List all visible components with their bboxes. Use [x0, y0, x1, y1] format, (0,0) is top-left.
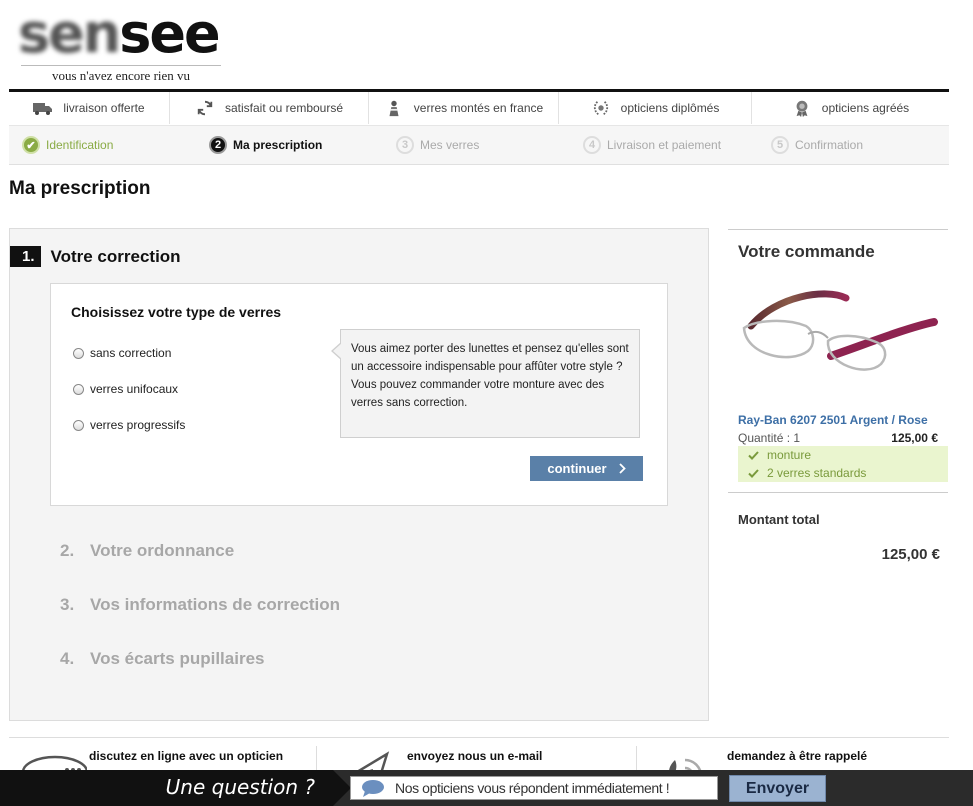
benefit-label: livraison offerte [63, 101, 145, 115]
checkout-steps: ✔ Identification 2 Ma prescription 3 Mes… [9, 125, 949, 165]
step-label: Identification [46, 138, 114, 152]
truck-icon [33, 103, 53, 115]
product-quantity-row: Quantité : 1 125,00 € [738, 431, 938, 445]
step-label: Ma prescription [233, 138, 323, 152]
step-label: Mes verres [420, 138, 480, 152]
benefit-label: verres montés en france [413, 101, 544, 115]
logo-suffix: see [119, 2, 220, 65]
send-button[interactable]: Envoyer [729, 775, 826, 802]
order-title: Votre commande [738, 242, 875, 261]
feature-label: 2 verres standards [767, 466, 867, 480]
section-ordonnance: 2. Votre ordonnance [60, 541, 234, 561]
benefits-bar: livraison offerte satisfait ou remboursé… [9, 92, 949, 124]
section-number-badge: 1. [10, 246, 41, 267]
step-number: 2 [209, 136, 227, 154]
quantity-label: Quantité : 1 [738, 431, 801, 445]
section-correction-header: 1. Votre correction [10, 246, 181, 267]
step-number: 5 [771, 136, 789, 154]
feature-item: 2 verres standards [738, 464, 948, 482]
option-progressifs[interactable]: verres progressifs [73, 418, 185, 432]
lens-type-box: Choisissez votre type de verres sans cor… [50, 283, 668, 506]
product-features: monture 2 verres standards [738, 446, 948, 482]
check-icon [748, 450, 759, 460]
speech-bubble-icon [362, 780, 384, 797]
feature-label: monture [767, 448, 812, 462]
chat-prompt-text: Nos opticiens vous répondent immédiateme… [395, 780, 670, 796]
glasses-product-image[interactable] [736, 286, 940, 386]
radio-button[interactable] [73, 383, 84, 395]
benefit-label: opticiens diplômés [620, 101, 720, 115]
section-number: 2. [60, 541, 75, 560]
step-lenses: 3 Mes verres [396, 136, 479, 154]
option-sans-correction[interactable]: sans correction [73, 346, 171, 360]
contact-chat-link[interactable]: discutez en ligne avec un opticien [89, 749, 283, 763]
prescription-panel: 1. Votre correction Choisissez votre typ… [9, 228, 709, 721]
step-label: Confirmation [795, 138, 864, 152]
total-divider [728, 492, 948, 493]
option-label: sans correction [90, 346, 172, 360]
benefit-label: opticiens agréés [821, 101, 910, 115]
step-identification[interactable]: ✔ Identification [22, 136, 113, 154]
total-label: Montant total [738, 512, 820, 527]
product-name-link[interactable]: Ray-Ban 6207 2501 Argent / Rose [738, 413, 928, 427]
section-title: Votre correction [50, 246, 181, 266]
medal-icon [796, 100, 808, 117]
continue-button[interactable]: continuer [530, 456, 643, 481]
step-label: Livraison et paiement [607, 138, 722, 152]
chat-question-tab[interactable]: Une question ? [0, 770, 351, 806]
contact-callback-link[interactable]: demandez à être rappelé [727, 749, 867, 763]
continue-label: continuer [547, 461, 607, 476]
chat-question-label: Une question ? [165, 775, 315, 799]
step-delivery-payment: 4 Livraison et paiement [583, 136, 721, 154]
option-label: verres unifocaux [90, 382, 179, 396]
benefit-diplomas: opticiens diplômés [559, 92, 752, 124]
section-title: Vos écarts pupillaires [90, 649, 265, 668]
logo-prefix: sen [18, 2, 121, 65]
benefit-france: verres montés en france [369, 92, 559, 124]
step-prescription: 2 Ma prescription [209, 136, 322, 154]
step-number: 3 [396, 136, 414, 154]
step-confirmation: 5 Confirmation [771, 136, 863, 154]
lens-type-title: Choisissez votre type de verres [71, 304, 282, 320]
benefit-label: satisfait ou remboursé [224, 101, 344, 115]
section-number: 3. [60, 595, 75, 614]
section-title: Votre ordonnance [90, 541, 235, 560]
order-summary: Votre commande Ray-Ban 6207 2501 Argent … [728, 229, 948, 563]
chevron-right-icon [618, 463, 626, 474]
section-number: 4. [60, 649, 75, 668]
option-tooltip: Vous aimez porter des lunettes et pensez… [331, 329, 640, 438]
section-title: Vos informations de correction [90, 595, 341, 614]
page-title: Ma prescription [9, 178, 151, 199]
section-informations-correction: 3. Vos informations de correction [60, 595, 340, 615]
chat-message-input[interactable]: Nos opticiens vous répondent immédiateme… [350, 776, 718, 800]
laurel-icon [593, 101, 608, 116]
step-number: 4 [583, 136, 601, 154]
radio-button[interactable] [73, 419, 84, 431]
benefit-delivery: livraison offerte [9, 92, 170, 124]
refresh-icon [197, 100, 213, 116]
logo-tagline: vous n'avez encore rien vu [21, 65, 221, 84]
feature-item: monture [738, 446, 948, 464]
product-price: 125,00 € [891, 431, 938, 445]
option-label: verres progressifs [90, 418, 186, 432]
benefit-approved: opticiens agréés [752, 92, 949, 124]
logo-wordmark: sensee [18, 6, 233, 62]
contact-email-link[interactable]: envoyez nous un e-mail [407, 749, 542, 763]
benefit-refund: satisfait ou remboursé [170, 92, 369, 124]
site-logo[interactable]: sensee vous n'avez encore rien vu [18, 6, 233, 84]
chat-bar: Une question ? Nos opticiens vous répond… [0, 770, 973, 806]
section-ecarts-pupillaires: 4. Vos écarts pupillaires [60, 649, 264, 669]
total-value: 125,00 € [881, 546, 940, 563]
radio-button[interactable] [73, 347, 84, 359]
check-icon: ✔ [22, 136, 40, 154]
check-icon [748, 468, 759, 478]
option-unifocaux[interactable]: verres unifocaux [73, 382, 178, 396]
worker-icon [389, 100, 399, 117]
